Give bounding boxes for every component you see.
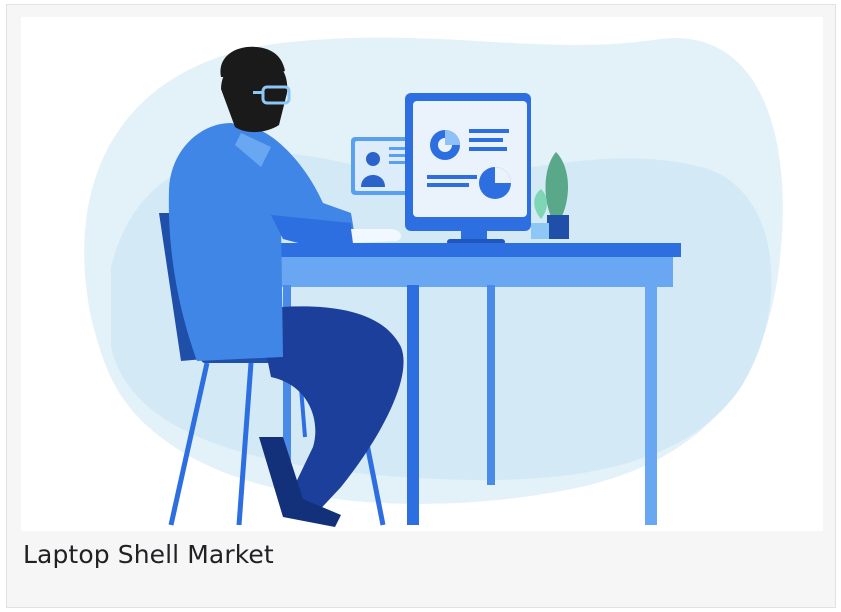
main-monitor xyxy=(405,93,531,245)
card-title[interactable]: Laptop Shell Market xyxy=(23,540,274,569)
market-card[interactable]: Laptop Shell Market xyxy=(6,4,836,608)
office-worker-illustration xyxy=(84,37,783,527)
card-illustration[interactable] xyxy=(21,17,823,531)
